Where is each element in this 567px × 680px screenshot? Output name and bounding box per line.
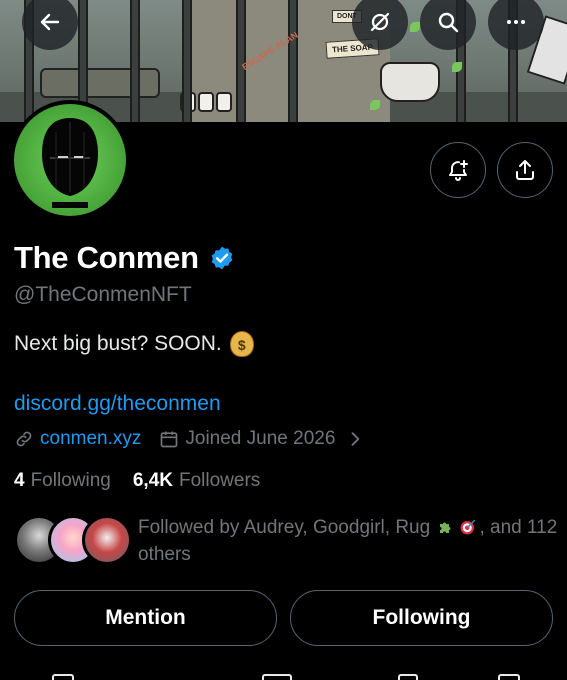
bio-link[interactable]: discord.gg/theconmen bbox=[14, 392, 221, 416]
profile-name: The Conmen bbox=[14, 240, 199, 275]
back-arrow-icon bbox=[40, 13, 60, 31]
tab-hint[interactable] bbox=[262, 674, 292, 680]
avatar-image bbox=[14, 104, 126, 216]
link-icon bbox=[16, 431, 32, 447]
follower-avatar bbox=[82, 515, 132, 565]
chevron-right-icon[interactable] bbox=[345, 429, 365, 449]
following-button[interactable]: Following bbox=[290, 590, 553, 646]
no-translate-icon bbox=[370, 12, 390, 32]
following-label[interactable]: Following bbox=[31, 470, 111, 492]
share-icon bbox=[516, 160, 534, 180]
bell-plus-icon bbox=[449, 160, 468, 181]
bio-text: Next big bust? SOON. bbox=[14, 332, 222, 355]
followed-by-avatars[interactable] bbox=[14, 515, 132, 565]
followed-by-prefix: Followed by Audrey, Goodgirl, Rug bbox=[138, 517, 431, 538]
profile-avatar[interactable] bbox=[10, 100, 130, 220]
banner-leaf bbox=[370, 100, 380, 110]
banner-bed bbox=[40, 68, 160, 98]
profile-handle: @TheConmenNFT bbox=[14, 283, 192, 306]
share-button[interactable] bbox=[497, 142, 553, 198]
joined-date: Joined June 2026 bbox=[185, 428, 336, 449]
masked-head-icon bbox=[42, 118, 98, 208]
profile-meta: conmen.xyz Joined June 2026 bbox=[14, 428, 365, 450]
dart-target-icon bbox=[460, 519, 476, 535]
mention-button[interactable]: Mention bbox=[14, 590, 277, 646]
money-bag-icon: $ bbox=[229, 331, 254, 357]
notify-button[interactable] bbox=[430, 142, 486, 198]
tab-hint[interactable] bbox=[52, 674, 74, 680]
profile-name-row: The Conmen bbox=[14, 240, 235, 276]
follow-counts: 4 Following 6,4K Followers bbox=[14, 470, 260, 492]
bottom-tab-bar bbox=[0, 670, 567, 680]
tab-hint[interactable] bbox=[398, 674, 418, 680]
search-icon bbox=[438, 12, 459, 33]
tab-hint[interactable] bbox=[498, 674, 520, 680]
following-count[interactable]: 4 bbox=[14, 470, 25, 492]
puzzle-piece-icon bbox=[440, 522, 451, 533]
banner-leaf bbox=[452, 62, 462, 72]
banner-leaf bbox=[410, 22, 420, 32]
followers-label[interactable]: Followers bbox=[179, 470, 260, 492]
followers-count[interactable]: 6,4K bbox=[133, 470, 173, 492]
banner-toilet bbox=[380, 62, 440, 102]
followed-by-text[interactable]: Followed by Audrey, Goodgirl, Rug , and … bbox=[138, 514, 558, 568]
verified-badge-icon[interactable] bbox=[209, 245, 235, 271]
profile-bio: Next big bust? SOON. $ bbox=[14, 331, 254, 357]
more-icon bbox=[507, 20, 525, 24]
website-link[interactable]: conmen.xyz bbox=[40, 428, 141, 450]
calendar-icon bbox=[161, 431, 178, 448]
